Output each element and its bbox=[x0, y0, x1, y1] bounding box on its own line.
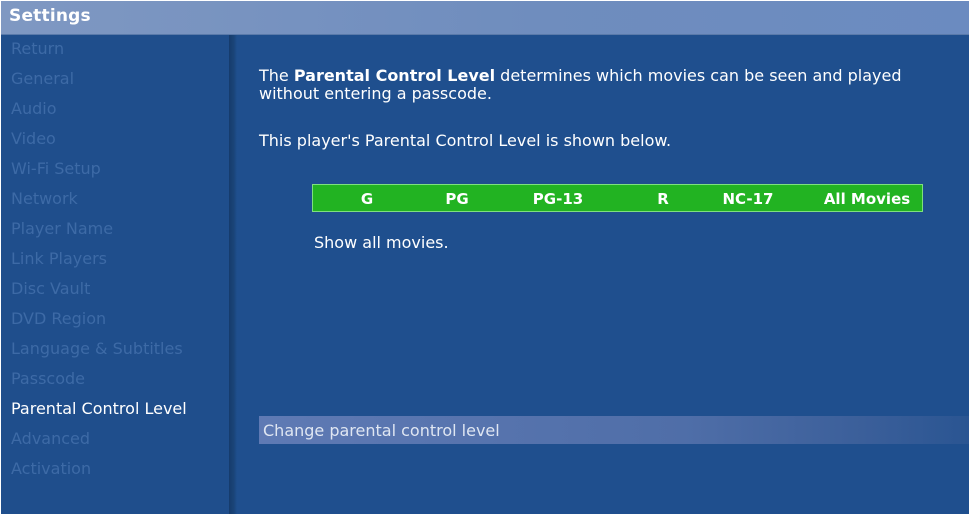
rating-g[interactable]: G bbox=[353, 190, 381, 208]
level-note: This player's Parental Control Level is … bbox=[259, 131, 672, 150]
sidebar-item-network[interactable]: Network bbox=[11, 189, 78, 219]
rating-pg-13[interactable]: PG-13 bbox=[524, 190, 592, 208]
change-level-button[interactable]: Change parental control level bbox=[259, 416, 969, 444]
sidebar-item-advanced[interactable]: Advanced bbox=[11, 429, 90, 459]
sidebar-divider bbox=[229, 35, 237, 514]
sidebar-item-dvd-region[interactable]: DVD Region bbox=[11, 309, 106, 339]
rating-nc-17[interactable]: NC-17 bbox=[715, 190, 781, 208]
sidebar-item-parental-control-level[interactable]: Parental Control Level bbox=[11, 399, 187, 429]
sidebar-item-general[interactable]: General bbox=[11, 69, 74, 99]
ratings-scale[interactable]: G PG PG-13 R NC-17 All Movies bbox=[312, 184, 923, 212]
intro-line-2: without entering a passcode. bbox=[259, 84, 492, 103]
intro-prefix: The bbox=[259, 66, 294, 85]
sidebar-item-link-players[interactable]: Link Players bbox=[11, 249, 107, 279]
intro-paragraph: The Parental Control Level determines wh… bbox=[259, 67, 959, 103]
rating-all-movies[interactable]: All Movies bbox=[815, 190, 919, 208]
sidebar-item-language-subtitles[interactable]: Language & Subtitles bbox=[11, 339, 183, 369]
level-description: Show all movies. bbox=[314, 233, 449, 252]
sidebar-item-player-name[interactable]: Player Name bbox=[11, 219, 113, 249]
intro-suffix: determines which movies can be seen and … bbox=[495, 66, 902, 85]
sidebar-item-activation[interactable]: Activation bbox=[11, 459, 91, 489]
settings-screen: Settings Return General Audio Video Wi-F… bbox=[1, 1, 969, 514]
window-title: Settings bbox=[9, 6, 91, 26]
intro-bold-term: Parental Control Level bbox=[293, 66, 496, 85]
change-level-label: Change parental control level bbox=[263, 421, 500, 440]
sidebar-item-disc-vault[interactable]: Disc Vault bbox=[11, 279, 90, 309]
sidebar-item-wifi-setup[interactable]: Wi-Fi Setup bbox=[11, 159, 101, 189]
sidebar-item-passcode[interactable]: Passcode bbox=[11, 369, 85, 399]
rating-pg[interactable]: PG bbox=[440, 190, 474, 208]
sidebar-item-audio[interactable]: Audio bbox=[11, 99, 56, 129]
sidebar-item-video[interactable]: Video bbox=[11, 129, 56, 159]
sidebar-item-return[interactable]: Return bbox=[11, 39, 64, 69]
title-bar: Settings bbox=[1, 1, 969, 35]
rating-r[interactable]: R bbox=[653, 190, 673, 208]
